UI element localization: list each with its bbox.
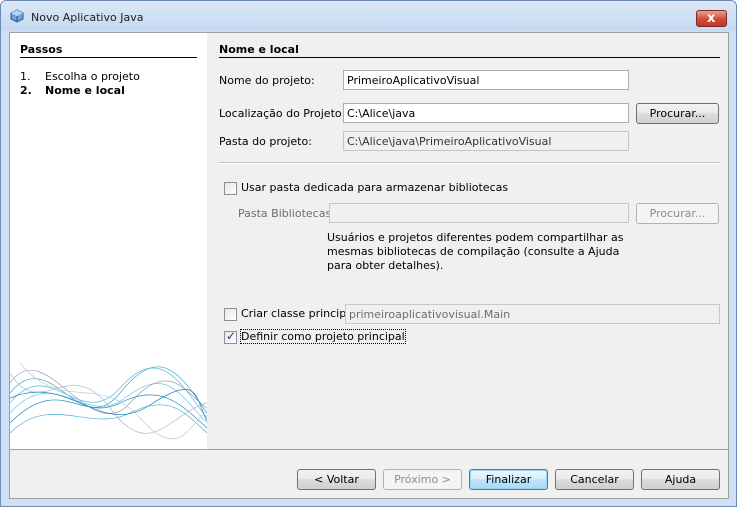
dedicated-folder-checkbox[interactable] bbox=[224, 182, 237, 195]
libraries-folder-input bbox=[329, 203, 629, 223]
step-number: 1. bbox=[20, 70, 31, 83]
title-bar[interactable]: Novo Aplicativo Java x bbox=[1, 1, 736, 31]
project-folder-field: C:\Alice\java\PrimeiroAplicativoVisual bbox=[343, 131, 629, 151]
step-item: 1. Escolha o projeto bbox=[20, 70, 140, 83]
close-button[interactable]: x bbox=[696, 10, 727, 27]
window-title: Novo Aplicativo Java bbox=[31, 11, 144, 24]
checkmark-icon: ✓ bbox=[226, 329, 237, 343]
dedicated-folder-label[interactable]: Usar pasta dedicada para armazenar bibli… bbox=[241, 181, 508, 194]
close-icon: x bbox=[707, 11, 716, 26]
main-class-label[interactable]: Criar classe principal bbox=[241, 307, 356, 320]
back-button[interactable]: < Voltar bbox=[297, 469, 376, 490]
section-title: Nome e local bbox=[219, 43, 299, 56]
cancel-button[interactable]: Cancelar bbox=[555, 469, 634, 490]
project-name-input[interactable]: PrimeiroAplicativoVisual bbox=[343, 70, 629, 90]
section-divider bbox=[219, 57, 720, 58]
dialog-window: Novo Aplicativo Java x Passos 1. Escolha … bbox=[0, 0, 737, 507]
project-location-input[interactable]: C:\Alice\java bbox=[343, 103, 629, 123]
browse-libraries-button: Procurar... bbox=[636, 203, 719, 224]
main-project-checkbox[interactable]: ✓ bbox=[224, 329, 237, 344]
next-button: Próximo > bbox=[383, 469, 462, 490]
main-project-label[interactable]: Definir como projeto principal bbox=[240, 329, 406, 344]
step-item-current: 2. Nome e local bbox=[20, 84, 125, 97]
steps-title: Passos bbox=[20, 43, 63, 56]
decorative-wave-image bbox=[10, 362, 207, 440]
help-button[interactable]: Ajuda bbox=[641, 469, 720, 490]
step-number: 2. bbox=[20, 84, 32, 97]
main-class-input: primeiroaplicativovisual.Main bbox=[345, 304, 720, 324]
separator bbox=[219, 162, 720, 164]
steps-divider bbox=[20, 57, 197, 58]
project-folder-label: Pasta do projeto: bbox=[219, 135, 312, 148]
libraries-folder-label: Pasta Bibliotecas: bbox=[238, 207, 335, 220]
browse-location-button[interactable]: Procurar... bbox=[636, 103, 719, 124]
button-bar-divider bbox=[10, 449, 728, 450]
project-name-label: Nome do projeto: bbox=[219, 74, 315, 87]
step-label: Escolha o projeto bbox=[45, 70, 140, 83]
content-panel: Nome e local Nome do projeto: PrimeiroAp… bbox=[207, 33, 728, 449]
project-location-label: Localização do Projeto: bbox=[219, 107, 346, 120]
main-class-checkbox[interactable] bbox=[224, 308, 237, 321]
java-cube-icon bbox=[10, 9, 24, 23]
step-label: Nome e local bbox=[45, 84, 125, 97]
dialog-body: Passos 1. Escolha o projeto 2. Nome e loca… bbox=[9, 32, 729, 499]
steps-panel: Passos 1. Escolha o projeto 2. Nome e loca… bbox=[10, 33, 207, 449]
finish-button[interactable]: Finalizar bbox=[469, 469, 548, 490]
libraries-note: Usuários e projetos diferentes podem com… bbox=[327, 231, 624, 272]
